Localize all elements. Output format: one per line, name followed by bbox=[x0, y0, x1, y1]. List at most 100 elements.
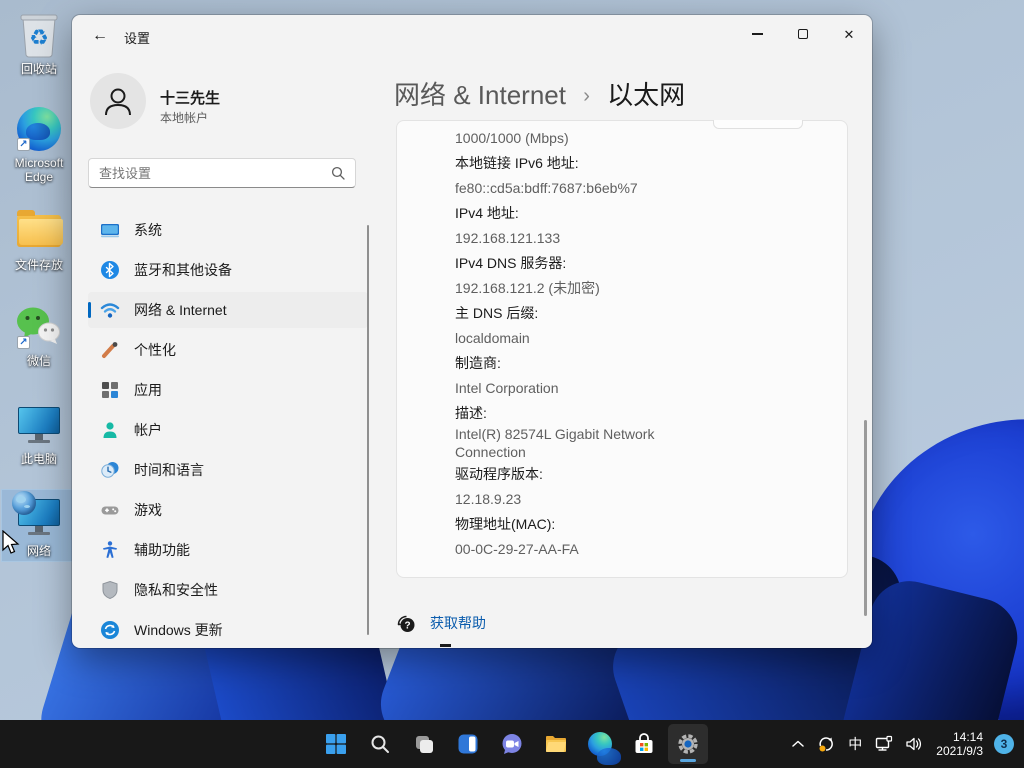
tray-chevron-button[interactable] bbox=[785, 724, 811, 764]
tray-volume-button[interactable] bbox=[899, 724, 929, 764]
task-view-icon bbox=[413, 733, 435, 755]
clock-date: 2021/9/3 bbox=[936, 744, 983, 758]
sidebar-item-label: 辅助功能 bbox=[134, 540, 190, 560]
shield-icon bbox=[100, 580, 120, 600]
chat-button[interactable] bbox=[492, 724, 532, 764]
content-scrollbar[interactable] bbox=[864, 420, 867, 616]
get-help-link[interactable]: ? 获取帮助 bbox=[396, 613, 486, 633]
minimize-icon bbox=[752, 33, 763, 34]
maximize-icon bbox=[798, 29, 808, 39]
update-icon bbox=[100, 620, 120, 640]
gear-icon bbox=[676, 732, 700, 756]
shortcut-arrow-icon: ↗ bbox=[17, 138, 30, 151]
ime-indicator[interactable]: 中 bbox=[841, 724, 869, 764]
search-box[interactable] bbox=[88, 158, 356, 188]
sidebar-item-time-language[interactable]: 时间和语言 bbox=[88, 452, 368, 488]
wifi-icon bbox=[100, 300, 120, 320]
widgets-button[interactable] bbox=[448, 724, 488, 764]
task-view-button[interactable] bbox=[404, 724, 444, 764]
update-pending-icon bbox=[816, 734, 836, 754]
bluetooth-icon bbox=[100, 260, 120, 280]
sidebar-scrollbar[interactable] bbox=[367, 225, 369, 635]
user-account-type: 本地帐户 bbox=[160, 109, 208, 126]
sidebar-item-privacy-security[interactable]: 隐私和安全性 bbox=[88, 572, 368, 608]
titlebar[interactable]: ← 设置 ✕ bbox=[72, 15, 872, 55]
detail-value: 00-0C-29-27-AA-FA bbox=[455, 536, 735, 561]
sidebar-item-apps[interactable]: 应用 bbox=[88, 372, 368, 408]
detail-value: localdomain bbox=[455, 325, 735, 350]
windows-logo-icon bbox=[325, 733, 347, 755]
detail-value: 192.168.121.133 bbox=[455, 225, 735, 250]
minimize-button[interactable] bbox=[734, 15, 780, 53]
detail-value: Intel Corporation bbox=[455, 375, 735, 400]
recycle-bin-icon: ♻ bbox=[15, 11, 63, 59]
svg-text:♻: ♻ bbox=[29, 25, 49, 50]
sidebar-item-gaming[interactable]: 游戏 bbox=[88, 492, 368, 528]
tray-network-button[interactable] bbox=[869, 724, 899, 764]
this-pc-icon bbox=[15, 401, 63, 449]
chevron-up-icon bbox=[790, 736, 806, 752]
clock[interactable]: 14:14 2021/9/3 bbox=[929, 724, 990, 764]
detail-value: 192.168.121.2 (未加密) bbox=[455, 275, 735, 300]
desktop-icon-recycle-bin[interactable]: ♻ 回收站 bbox=[2, 8, 76, 79]
sidebar-nav: 系统 蓝牙和其他设备 网络 & Internet bbox=[88, 212, 368, 648]
sidebar-item-accounts[interactable]: 帐户 bbox=[88, 412, 368, 448]
svg-text:?: ? bbox=[404, 621, 410, 632]
sidebar-item-system[interactable]: 系统 bbox=[88, 212, 368, 248]
detail-label: 物理地址(MAC): bbox=[455, 511, 785, 536]
system-tray: 中 14:14 2021/9/3 bbox=[785, 720, 1022, 768]
sidebar-item-network-internet[interactable]: 网络 & Internet bbox=[88, 292, 368, 328]
ethernet-icon bbox=[874, 734, 894, 754]
close-button[interactable]: ✕ bbox=[826, 15, 872, 53]
search-input[interactable] bbox=[89, 166, 331, 181]
breadcrumb-parent[interactable]: 网络 & Internet bbox=[394, 80, 566, 110]
speaker-icon bbox=[904, 734, 924, 754]
globe-icon bbox=[12, 491, 36, 515]
sidebar-item-windows-update[interactable]: Windows 更新 bbox=[88, 612, 368, 648]
paintbrush-icon bbox=[100, 340, 120, 360]
edge-taskbar-button[interactable] bbox=[580, 724, 620, 764]
sidebar-item-label: 隐私和安全性 bbox=[134, 580, 218, 600]
back-button[interactable]: ← bbox=[86, 25, 114, 47]
taskbar: 中 14:14 2021/9/3 bbox=[0, 720, 1024, 768]
network-icon bbox=[15, 493, 63, 541]
sidebar-item-label: 网络 & Internet bbox=[134, 300, 227, 320]
sidebar-item-accessibility[interactable]: 辅助功能 bbox=[88, 532, 368, 568]
feedback-partial-icon bbox=[440, 644, 451, 647]
desktop-icon-edge[interactable]: ↗ Microsoft Edge bbox=[2, 102, 76, 187]
file-explorer-button[interactable] bbox=[536, 724, 576, 764]
account-person-icon bbox=[100, 420, 120, 440]
help-icon: ? bbox=[396, 613, 416, 633]
detail-value: Intel(R) 82574L Gigabit Network Connecti… bbox=[455, 425, 725, 461]
maximize-button[interactable] bbox=[780, 15, 826, 53]
desktop-icon-label: 文件存放 bbox=[15, 258, 63, 272]
widgets-icon bbox=[457, 733, 479, 755]
desktop-icon-label: 微信 bbox=[27, 354, 51, 368]
folder-icon bbox=[15, 207, 63, 255]
desktop: ♻ 回收站 ↗ Microsoft Edge 文件存放 bbox=[0, 0, 1024, 768]
desktop-icon-folder[interactable]: 文件存放 bbox=[2, 204, 76, 275]
desktop-icon-label: 网络 bbox=[27, 544, 51, 558]
sidebar-item-bluetooth-devices[interactable]: 蓝牙和其他设备 bbox=[88, 252, 368, 288]
edge-icon: ↗ bbox=[15, 105, 63, 153]
edge-icon bbox=[588, 732, 612, 756]
desktop-icon-wechat[interactable]: ↗ 微信 bbox=[2, 300, 76, 371]
gamepad-icon bbox=[100, 500, 120, 520]
detail-label: IPv4 地址: bbox=[455, 200, 785, 225]
settings-taskbar-button[interactable] bbox=[668, 724, 708, 764]
store-button[interactable] bbox=[624, 724, 664, 764]
notification-badge[interactable]: 3 bbox=[994, 734, 1014, 754]
get-help-label: 获取帮助 bbox=[430, 613, 486, 633]
desktop-icon-this-pc[interactable]: 此电脑 bbox=[2, 398, 76, 469]
shortcut-arrow-icon: ↗ bbox=[17, 336, 30, 349]
sidebar-item-label: 帐户 bbox=[134, 420, 162, 440]
tray-update-button[interactable] bbox=[811, 724, 841, 764]
close-icon: ✕ bbox=[844, 28, 855, 41]
sidebar-item-label: 应用 bbox=[134, 380, 162, 400]
accessibility-icon bbox=[100, 540, 120, 560]
sidebar-item-label: 蓝牙和其他设备 bbox=[134, 260, 232, 280]
avatar[interactable] bbox=[90, 73, 146, 129]
search-taskbar-button[interactable] bbox=[360, 724, 400, 764]
sidebar-item-personalization[interactable]: 个性化 bbox=[88, 332, 368, 368]
start-button[interactable] bbox=[316, 724, 356, 764]
